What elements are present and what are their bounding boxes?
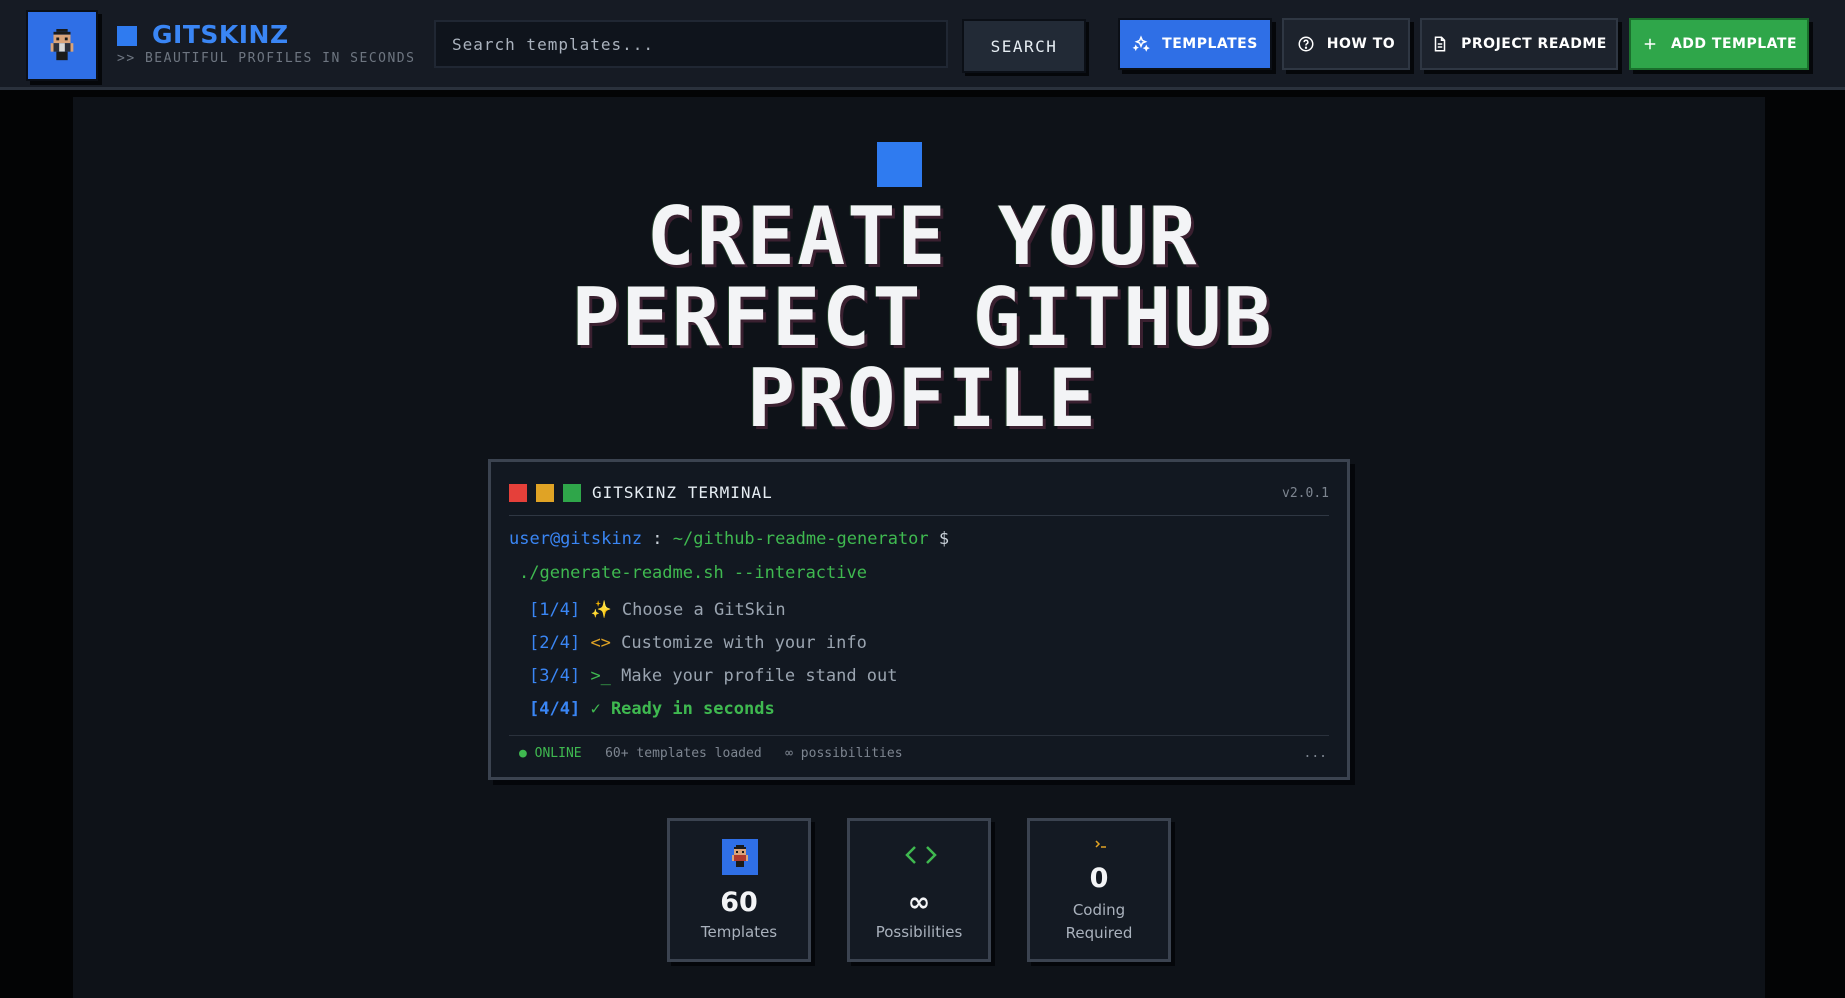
how-to-button[interactable]: HOW TO [1282, 18, 1410, 70]
terminal-close-dot[interactable] [509, 484, 527, 502]
hero-title-line-2: PERFECT GITHUB [571, 271, 1274, 364]
help-circle-icon [1298, 36, 1314, 52]
add-template-label: ADD TEMPLATE [1670, 36, 1798, 52]
avatar-icon [722, 839, 758, 875]
step-number: [2/4] [529, 633, 581, 653]
project-readme-button[interactable]: PROJECT README [1420, 18, 1618, 70]
document-icon [1434, 36, 1446, 52]
prompt-symbol: $ [928, 529, 950, 549]
terminal-more-dots: ... [1303, 746, 1327, 761]
sparkles-icon: ✨ [590, 600, 612, 620]
sparkles-icon [1132, 35, 1151, 52]
terminal-title: GITSKINZ TERMINAL [592, 483, 773, 502]
top-header: GITSKINZ >> BEAUTIFUL PROFILES IN SECOND… [0, 0, 1845, 90]
terminal-step: [1/4] ✨ Choose a GitSkin [529, 600, 786, 620]
hero-square-icon [877, 142, 922, 187]
step-text: Ready in seconds [610, 699, 775, 719]
terminal-maximize-dot[interactable] [563, 484, 581, 502]
search-button[interactable]: SEARCH [962, 19, 1086, 73]
hero-title-line-3: PROFILE [746, 352, 1099, 445]
terminal-step: [3/4] >_ Make your profile stand out [529, 666, 898, 686]
terminal-window-controls [509, 484, 581, 502]
stat-label: Coding Required [1065, 901, 1133, 942]
brand-name[interactable]: GITSKINZ [152, 20, 289, 49]
hero-title-line-1: CREATE YOUR [646, 190, 1199, 283]
terminal-version: v2.0.1 [1282, 486, 1329, 501]
checkmark-icon: ✓ [590, 699, 601, 719]
prompt-separator: : [642, 529, 673, 549]
prompt-path: ~/github-readme-generator [672, 529, 929, 549]
terminal-step: [4/4] ✓ Ready in seconds [529, 699, 775, 719]
step-number: [4/4] [529, 699, 581, 719]
logo[interactable] [26, 10, 98, 81]
stat-card-templates: 60 Templates [667, 818, 811, 962]
add-template-button[interactable]: ADD TEMPLATE [1629, 18, 1809, 70]
stat-label: Possibilities [875, 923, 963, 941]
project-readme-label: PROJECT README [1461, 36, 1607, 52]
stat-value: 60 [720, 887, 758, 918]
pixel-avatar-icon [50, 28, 74, 60]
templates-button[interactable]: TEMPLATES [1118, 18, 1272, 70]
templates-loaded: 60+ templates loaded [605, 746, 762, 761]
search-input[interactable] [434, 20, 948, 68]
stat-label: Templates [700, 923, 778, 941]
brand-square-icon [117, 26, 137, 46]
step-number: [1/4] [529, 600, 581, 620]
plus-icon [1644, 38, 1656, 50]
terminal-divider [509, 515, 1329, 516]
terminal-icon [1095, 840, 1106, 848]
code-icon: <> [590, 633, 611, 653]
terminal-command: ./generate-readme.sh --interactive [519, 563, 867, 583]
stat-card-coding: 0 Coding Required [1027, 818, 1171, 962]
prompt-user: user@gitskinz [509, 529, 643, 549]
step-text: Make your profile stand out [621, 666, 898, 686]
stat-value: 0 [1089, 863, 1109, 894]
terminal-window: GITSKINZ TERMINAL v2.0.1 user@gitskinz :… [488, 459, 1350, 780]
terminal-prompt-icon: >_ [590, 666, 611, 686]
hero-title: CREATE YOUR PERFECT GITHUB PROFILE [0, 196, 1845, 439]
terminal-footer-divider [509, 735, 1329, 736]
terminal-step: [2/4] <> Customize with your info [529, 633, 867, 653]
step-text: Choose a GitSkin [621, 600, 786, 620]
stat-value: ∞ [907, 887, 931, 918]
code-icon [905, 846, 937, 864]
terminal-prompt: user@gitskinz : ~/github-readme-generato… [509, 529, 949, 549]
possibilities-text: ∞ possibilities [785, 746, 903, 761]
brand-tagline: >> BEAUTIFUL PROFILES IN SECONDS [117, 51, 416, 66]
status-online: ● ONLINE [519, 746, 582, 761]
step-number: [3/4] [529, 666, 581, 686]
how-to-label: HOW TO [1326, 36, 1396, 52]
stat-card-possibilities: ∞ Possibilities [847, 818, 991, 962]
step-text: Customize with your info [621, 633, 867, 653]
templates-label: TEMPLATES [1162, 36, 1258, 52]
terminal-minimize-dot[interactable] [536, 484, 554, 502]
terminal-footer: ● ONLINE 60+ templates loaded ∞ possibil… [519, 746, 903, 761]
